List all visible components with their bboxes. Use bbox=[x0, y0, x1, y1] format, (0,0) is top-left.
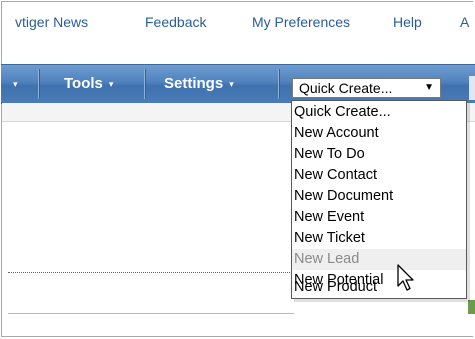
nav-divider bbox=[144, 69, 146, 99]
dotted-divider bbox=[8, 272, 294, 273]
top-links-bar: vtiger News Feedback My Preferences Help… bbox=[0, 8, 475, 36]
nav-menu-partial[interactable]: ▾ bbox=[7, 65, 18, 103]
nav-menu-tools[interactable]: Tools ▾ bbox=[64, 65, 113, 103]
option-new-document[interactable]: New Document bbox=[292, 186, 466, 207]
chevron-down-icon: ▾ bbox=[108, 79, 114, 89]
mouse-pointer-icon bbox=[397, 264, 414, 291]
quick-create-select[interactable]: Quick Create... ▼ bbox=[292, 78, 441, 98]
cut-off-link[interactable]: A bbox=[460, 14, 469, 30]
option-new-lead[interactable]: New Lead bbox=[292, 249, 466, 270]
vtiger-news-link[interactable]: vtiger News bbox=[15, 14, 88, 30]
chevron-down-icon: ▾ bbox=[13, 79, 18, 89]
partial-panel-edge bbox=[468, 300, 475, 314]
nav-tools-label: Tools bbox=[64, 75, 103, 92]
feedback-link[interactable]: Feedback bbox=[145, 14, 206, 30]
option-new-ticket[interactable]: New Ticket bbox=[292, 228, 466, 249]
option-new-contact[interactable]: New Contact bbox=[292, 165, 466, 186]
nav-bar-edge bbox=[469, 76, 475, 100]
option-quick-create[interactable]: Quick Create... bbox=[292, 102, 466, 123]
nav-settings-label: Settings bbox=[164, 75, 224, 92]
my-preferences-link[interactable]: My Preferences bbox=[252, 14, 350, 30]
nav-divider bbox=[38, 69, 40, 99]
quick-create-selected-value: Quick Create... bbox=[299, 80, 393, 96]
chevron-down-icon[interactable]: ▼ bbox=[424, 79, 434, 97]
option-new-product[interactable]: New Product bbox=[292, 277, 465, 298]
option-new-todo[interactable]: New To Do bbox=[292, 144, 466, 165]
nav-menu-settings[interactable]: Settings ▾ bbox=[164, 65, 234, 103]
quick-create-dropdown-list: Quick Create... New Account New To Do Ne… bbox=[291, 100, 467, 299]
help-link[interactable]: Help bbox=[393, 14, 422, 30]
chevron-down-icon: ▾ bbox=[229, 79, 234, 89]
content-divider bbox=[8, 313, 294, 314]
option-new-account[interactable]: New Account bbox=[292, 123, 466, 144]
option-new-event[interactable]: New Event bbox=[292, 207, 466, 228]
nav-divider bbox=[278, 69, 280, 99]
